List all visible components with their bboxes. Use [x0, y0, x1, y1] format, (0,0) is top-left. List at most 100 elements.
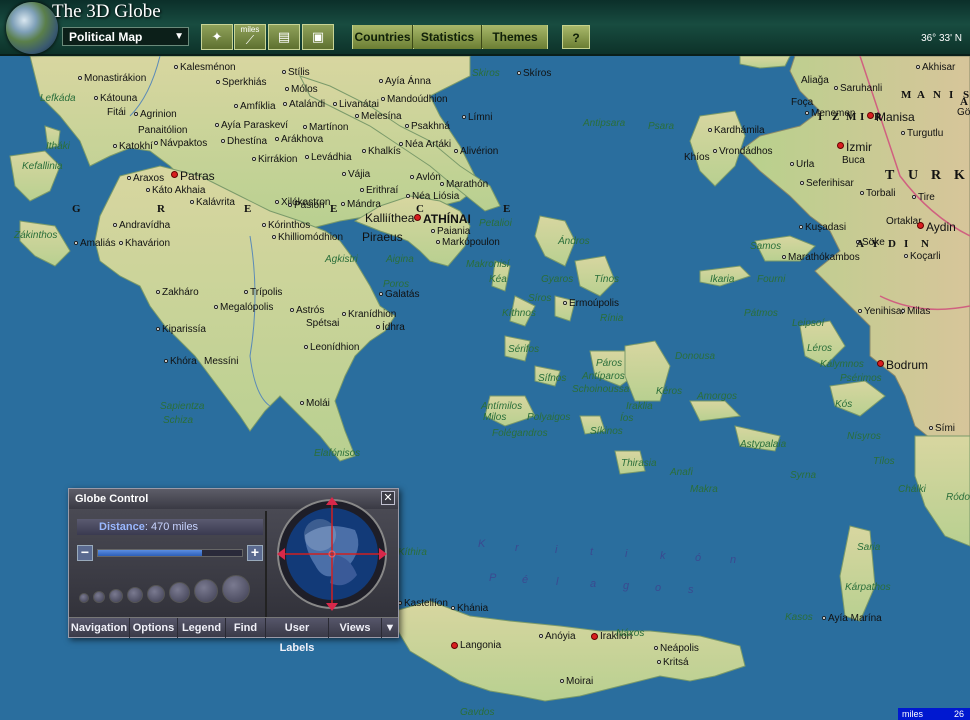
- island-label: Antipsara: [583, 118, 626, 129]
- city-label: Agrinion: [140, 109, 177, 120]
- island-label: Poros: [383, 279, 410, 290]
- tab-legend[interactable]: Legend: [178, 618, 226, 638]
- menu-statistics[interactable]: Statistics: [414, 25, 482, 49]
- app-title: The 3D Globe: [52, 1, 161, 22]
- region-letter: i: [555, 544, 558, 556]
- tab-options[interactable]: Options: [130, 618, 178, 638]
- island-label: Psara: [648, 121, 675, 132]
- menu-countries[interactable]: Countries: [353, 25, 413, 49]
- city-label: Néa Artáki: [405, 139, 452, 150]
- city-marker: [904, 254, 908, 258]
- zoom-preset-4[interactable]: [127, 587, 143, 603]
- map-type-value: Political Map: [69, 30, 143, 44]
- region-letter: Z: [832, 111, 841, 123]
- zoom-preset-8[interactable]: [222, 575, 250, 603]
- city-label: Kalávrita: [196, 197, 235, 208]
- island-label: Thirasia: [621, 458, 657, 469]
- island-label: Síkinos: [590, 426, 623, 437]
- island-label: Kíthnos: [502, 308, 536, 319]
- zoom-out-button[interactable]: −: [77, 545, 93, 561]
- island-label: Sapientza: [160, 401, 205, 412]
- city-label: Bodrum: [886, 358, 929, 372]
- city-label: Návpaktos: [160, 138, 208, 149]
- city-label: Langonia: [460, 640, 502, 651]
- city-marker: [94, 96, 98, 100]
- region-letter: A: [917, 89, 926, 101]
- distance-value: 470 miles: [150, 521, 199, 533]
- city-marker: [215, 123, 219, 127]
- zoom-presets[interactable]: [77, 571, 263, 605]
- city-label: Néa Liósia: [412, 191, 460, 202]
- tabs-more-button[interactable]: ▼: [382, 618, 398, 638]
- region-letter: n: [730, 554, 737, 566]
- zoom-in-button[interactable]: +: [247, 545, 263, 561]
- city-marker: [805, 111, 809, 115]
- city-label: Trípolis: [250, 287, 283, 298]
- zoom-preset-2[interactable]: [93, 591, 105, 603]
- tab-views[interactable]: Views: [329, 618, 382, 638]
- zoom-preset-6[interactable]: [169, 582, 190, 603]
- major-city-marker: [867, 112, 874, 119]
- tab-navigation[interactable]: Navigation: [69, 618, 130, 638]
- city-marker: [285, 87, 289, 91]
- menu-themes[interactable]: Themes: [483, 25, 547, 49]
- city-label: Kirrákion: [258, 154, 298, 165]
- city-marker: [782, 255, 786, 259]
- sun-icon: ✦: [211, 29, 223, 44]
- coordinate-readout: 36° 33' N: [921, 33, 962, 44]
- city-label: Atalándi: [289, 99, 326, 110]
- tab-user-labels[interactable]: User Labels: [266, 618, 329, 654]
- island-label: Ródos: [946, 492, 970, 503]
- city-marker: [362, 149, 366, 153]
- zoom-preset-7[interactable]: [194, 579, 218, 603]
- zoom-preset-3[interactable]: [109, 589, 123, 603]
- minus-icon: −: [80, 544, 90, 560]
- zoom-preset-1[interactable]: [79, 593, 89, 603]
- region-letter: K: [478, 538, 486, 550]
- sun-lighting-button[interactable]: ✦: [201, 24, 233, 50]
- distance-label: Distance: [99, 521, 145, 533]
- city-label: Ermoúpolis: [569, 298, 620, 309]
- island-label: Folégandros: [492, 428, 548, 439]
- city-label: Dhestína: [227, 136, 268, 147]
- city-label: Saruhanli: [840, 83, 883, 94]
- zoom-track[interactable]: [97, 549, 243, 557]
- city-marker: [300, 401, 304, 405]
- city-label: Andravídha: [119, 220, 171, 231]
- city-label: Khavárion: [125, 238, 171, 249]
- island-label: Ayía Marína: [828, 613, 882, 624]
- region-letter: t: [590, 546, 594, 558]
- zoom-preset-5[interactable]: [147, 585, 165, 603]
- city-marker: [454, 149, 458, 153]
- city-marker: [216, 80, 220, 84]
- tab-find[interactable]: Find: [226, 618, 266, 638]
- map-type-select[interactable]: Political Map ▼: [62, 27, 189, 46]
- island-label: Samos: [750, 241, 782, 252]
- scale-value: 26: [953, 709, 964, 719]
- city-marker: [272, 235, 276, 239]
- notes-button[interactable]: ▤: [268, 24, 300, 50]
- city-marker: [834, 86, 838, 90]
- city-marker: [657, 660, 661, 664]
- island-label: Lefkáda: [40, 93, 76, 104]
- print-button[interactable]: ▣: [302, 24, 334, 50]
- help-button[interactable]: ?: [562, 25, 590, 49]
- city-marker: [119, 241, 123, 245]
- city-label: Kiparissía: [162, 324, 206, 335]
- navigation-globe[interactable]: [275, 495, 389, 613]
- zoom-fill: [98, 550, 202, 556]
- city-label: Límni: [468, 112, 493, 123]
- city-marker: [860, 191, 864, 195]
- city-marker: [305, 155, 309, 159]
- city-label: Markópoulon: [442, 237, 500, 248]
- region-letter: E: [244, 203, 253, 215]
- city-label: Livanátai: [339, 99, 380, 110]
- island-label: Kéa: [489, 274, 507, 285]
- zoom-slider[interactable]: − +: [77, 545, 263, 561]
- island-label: Schoinoussa: [572, 384, 630, 395]
- globe-control-panel[interactable]: Globe Control ✕ Distance: 470 miles − +: [68, 488, 399, 654]
- distance-measure-button[interactable]: miles ⟋: [234, 24, 266, 50]
- city-marker: [355, 114, 359, 118]
- city-label: Aydin: [926, 220, 956, 234]
- city-marker: [146, 188, 150, 192]
